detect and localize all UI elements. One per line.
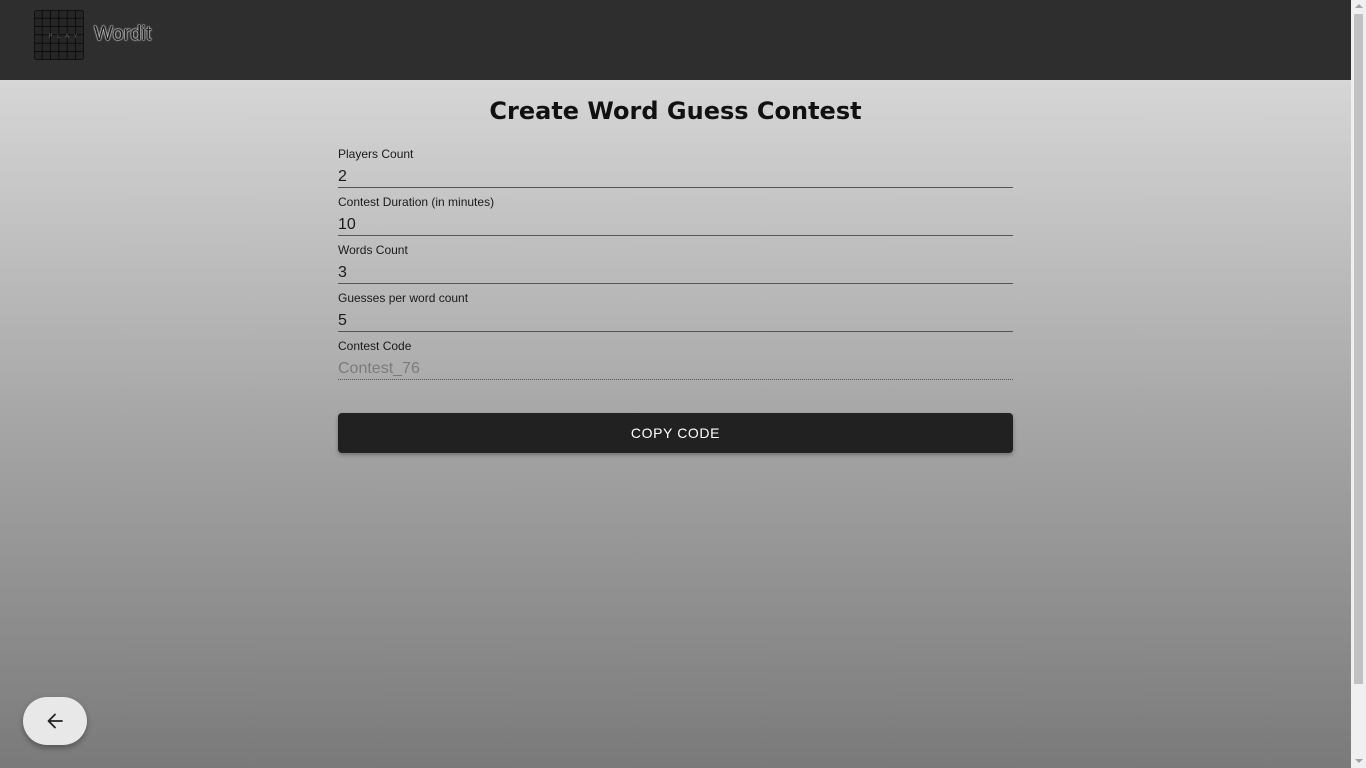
players-count-field: Players Count	[338, 147, 1013, 195]
contest-code-field: Contest Code	[338, 339, 1013, 387]
scroll-up-arrow-icon[interactable]	[1355, 4, 1363, 8]
input-underline	[338, 379, 1013, 380]
contest-code-label: Contest Code	[338, 339, 412, 353]
app-name[interactable]: Wordit	[94, 23, 151, 46]
svg-text:P: P	[49, 33, 53, 40]
scroll-down-arrow-icon[interactable]	[1355, 759, 1363, 763]
page-title: Create Word Guess Contest	[489, 97, 862, 125]
copy-code-button[interactable]: COPY CODE	[338, 413, 1013, 453]
arrow-left-icon	[45, 711, 65, 731]
back-button[interactable]	[23, 697, 87, 745]
players-count-label: Players Count	[338, 147, 414, 161]
contest-duration-field: Contest Duration (in minutes)	[338, 195, 1013, 243]
svg-text:Y: Y	[73, 33, 78, 40]
input-underline	[338, 331, 1013, 332]
contest-duration-label: Contest Duration (in minutes)	[338, 195, 495, 209]
scrollbar-thumb[interactable]	[1354, 14, 1363, 684]
words-count-label: Words Count	[338, 243, 408, 257]
app-bar: PL AY Wordit	[0, 0, 1351, 80]
word-grid-logo-icon[interactable]: PL AY	[34, 10, 84, 60]
input-underline	[338, 283, 1013, 284]
viewport: PL AY Wordit Create Word Guess Contest P…	[0, 0, 1351, 768]
guesses-per-word-field: Guesses per word count	[338, 291, 1013, 339]
vertical-scrollbar[interactable]	[1351, 0, 1366, 768]
input-underline	[338, 235, 1013, 236]
words-count-field: Words Count	[338, 243, 1013, 291]
input-underline	[338, 187, 1013, 188]
guesses-per-word-label: Guesses per word count	[338, 291, 469, 305]
